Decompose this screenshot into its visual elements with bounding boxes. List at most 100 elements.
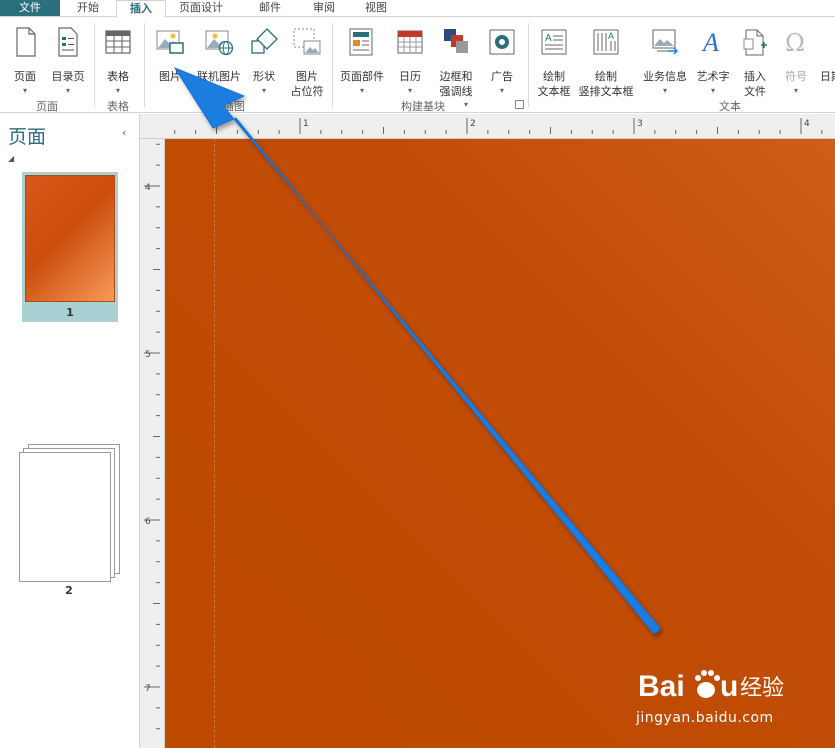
tab-insert[interactable]: 插入: [116, 0, 166, 18]
tab-review[interactable]: 审阅: [300, 0, 348, 16]
online-picture-button[interactable]: 联机图片: [196, 25, 242, 99]
vertical-ruler-scale: 4 5 6 7: [144, 143, 160, 730]
dialog-launcher-icon[interactable]: [515, 100, 524, 109]
business-info-label: 业务信息: [643, 70, 687, 83]
chevron-down-icon: ▾: [710, 86, 715, 95]
group-illustrations-label: 插图: [223, 100, 245, 113]
tab-mailings[interactable]: 邮件: [246, 0, 294, 16]
calendar-icon: [397, 30, 423, 54]
page-parts-icon: [349, 28, 373, 56]
toc-page-icon: [58, 27, 78, 57]
tab-view[interactable]: 视图: [352, 0, 400, 16]
pages-pane: 页面 ‹ ◢ 1 2: [0, 114, 140, 748]
draw-vtextbox-label-1: 绘制: [595, 70, 617, 83]
online-picture-icon: [205, 30, 233, 56]
group-pages-label: 页面: [36, 100, 58, 113]
horizontal-ruler-scale: 1 2 3 4: [174, 118, 823, 134]
borders-label-2: 强调线: [439, 85, 473, 98]
table-button[interactable]: 表格 ▾: [100, 25, 136, 99]
wordart-button[interactable]: A 艺术字 ▾: [694, 25, 732, 99]
tab-page-design[interactable]: 页面设计: [166, 0, 236, 16]
tab-home[interactable]: 开始: [62, 0, 114, 16]
margin-guide: [214, 139, 215, 748]
chevron-down-icon: ▾: [499, 86, 504, 95]
borders-accents-button[interactable]: 边框和 强调线 ▾: [434, 25, 478, 109]
page-thumbnail-2[interactable]: 2: [18, 444, 122, 597]
page-icon: [16, 27, 36, 57]
page-thumbnail-1[interactable]: 1: [22, 172, 118, 322]
business-info-button[interactable]: 业务信息 ▾: [640, 25, 690, 99]
page-parts-button[interactable]: 页面部件 ▾: [336, 25, 388, 99]
draw-textbox-label-2: 文本框: [537, 85, 571, 98]
insert-file-button[interactable]: 插入 文件: [738, 25, 772, 99]
insert-file-label-2: 文件: [744, 85, 766, 98]
ribbon: 页面 ▾ 目录页 ▾ 页面 表格 ▾ 表格 图片 联机图片 形状 ▾ 图片 占位…: [0, 16, 835, 113]
page-sheet: [19, 452, 111, 582]
ads-button[interactable]: 广告 ▾: [484, 25, 520, 99]
page-button[interactable]: 页面 ▾: [8, 25, 42, 99]
expand-triangle-icon[interactable]: ◢: [8, 154, 14, 163]
page-number-1: 1: [66, 306, 74, 319]
insert-file-label-1: 插入: [744, 70, 766, 83]
vertical-textbox-icon: A: [593, 29, 619, 55]
group-tables-label: 表格: [107, 100, 129, 113]
chevron-down-icon: ▾: [261, 86, 266, 95]
chevron-down-icon: ▾: [793, 86, 798, 95]
page-number-2: 2: [65, 584, 73, 597]
ruler-label: 4: [804, 119, 810, 129]
shapes-icon: [251, 28, 278, 54]
online-picture-label: 联机图片: [197, 70, 241, 83]
group-building-blocks-label: 构建基块: [401, 100, 445, 113]
tab-file[interactable]: 文件: [0, 0, 60, 16]
ruler-label: 1: [303, 119, 309, 129]
ruler-label: 7: [145, 684, 151, 694]
textbox-icon: A: [541, 29, 567, 55]
vertical-ruler[interactable]: 4 5 6 7: [140, 139, 165, 748]
picture-button-label: 图片: [159, 70, 181, 83]
svg-text:Bai: Bai: [638, 670, 685, 703]
business-info-icon: [652, 29, 679, 55]
picture-placeholder-label-2: 占位符: [290, 85, 324, 98]
draw-vtextbox-label-2: 竖排文本框: [578, 85, 634, 98]
draw-vertical-textbox-button[interactable]: A 绘制 竖排文本框: [576, 25, 636, 99]
draw-textbox-label-1: 绘制: [543, 70, 565, 83]
ribbon-tabs: 文件 开始 插入 页面设计 邮件 审阅 视图: [0, 0, 835, 18]
shapes-button-label: 形状: [253, 70, 275, 83]
svg-text:经验: 经验: [740, 676, 784, 701]
picture-placeholder-label-1: 图片: [296, 70, 318, 83]
picture-button[interactable]: 图片: [150, 25, 190, 99]
svg-text:Ω: Ω: [785, 29, 805, 57]
ads-label: 广告: [491, 70, 513, 83]
picture-placeholder-icon: [293, 28, 321, 55]
wordart-label: 艺术字: [696, 70, 730, 83]
svg-text:A: A: [608, 31, 614, 41]
group-separator: [94, 23, 95, 107]
calendar-button[interactable]: 日历 ▾: [394, 25, 426, 99]
picture-icon: [156, 30, 184, 54]
watermark-url: jingyan.baidu.com: [636, 710, 774, 726]
symbol-label: 符号: [785, 70, 807, 83]
document-canvas[interactable]: [165, 139, 835, 748]
file-icon: [743, 29, 767, 56]
collapse-pane-icon[interactable]: ‹: [122, 126, 126, 139]
toc-page-label: 目录页: [51, 70, 85, 83]
date-button[interactable]: 日期: [818, 25, 835, 99]
picture-placeholder-button[interactable]: 图片 占位符: [286, 25, 328, 99]
draw-textbox-button[interactable]: A 绘制 文本框: [534, 25, 574, 99]
page-parts-label: 页面部件: [340, 70, 384, 83]
toc-page-button[interactable]: 目录页 ▾: [48, 25, 88, 99]
baidu-logo-icon: Bai u 经验: [638, 670, 784, 703]
symbol-button[interactable]: Ω 符号 ▾: [780, 25, 812, 99]
horizontal-ruler[interactable]: 1 2 3 4: [140, 114, 835, 139]
group-separator: [528, 23, 529, 107]
page-button-label: 页面: [14, 70, 36, 83]
ruler-label: 6: [145, 517, 151, 527]
publication-page[interactable]: [165, 139, 835, 748]
chevron-down-icon: ▾: [115, 86, 120, 95]
chevron-down-icon: ▾: [464, 100, 469, 109]
wordart-icon: A: [701, 28, 719, 57]
borders-accents-icon: [444, 29, 468, 53]
shapes-button[interactable]: 形状 ▾: [246, 25, 282, 99]
svg-text:A: A: [701, 28, 719, 57]
page-thumbnail-image: [25, 175, 115, 302]
